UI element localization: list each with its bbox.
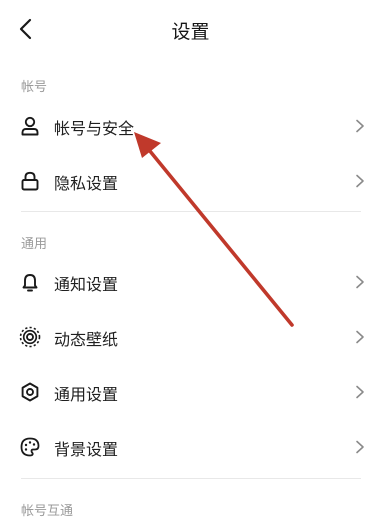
section-divider	[21, 478, 361, 479]
user-icon	[19, 115, 41, 137]
page-title: 设置	[171, 21, 210, 43]
row-privacy-settings[interactable]: 隐私设置	[0, 155, 381, 209]
section-label-general: 通用	[21, 237, 48, 252]
row-notification-settings[interactable]: 通知设置	[0, 256, 381, 310]
row-label: 通知设置	[54, 275, 119, 294]
lock-icon	[19, 170, 41, 192]
row-label: 帐号与安全	[54, 119, 135, 138]
chevron-right-icon	[355, 330, 365, 344]
row-general-settings[interactable]: 通用设置	[0, 366, 381, 420]
chevron-right-icon	[355, 174, 365, 188]
row-label: 通用设置	[54, 385, 119, 404]
section-label-account-interop: 帐号互通	[21, 504, 74, 519]
row-label: 隐私设置	[54, 174, 119, 193]
palette-icon	[19, 436, 41, 458]
row-live-wallpaper[interactable]: 动态壁纸	[0, 311, 381, 365]
chevron-right-icon	[355, 275, 365, 289]
chevron-right-icon	[355, 119, 365, 133]
chevron-right-icon	[355, 440, 365, 454]
row-label: 背景设置	[54, 440, 119, 459]
row-label: 动态壁纸	[54, 330, 119, 349]
row-background-settings[interactable]: 背景设置	[0, 421, 381, 475]
gear-icon	[19, 381, 41, 403]
bell-icon	[19, 271, 41, 293]
top-bar: 设置	[0, 0, 381, 58]
chevron-right-icon	[355, 385, 365, 399]
section-label-account: 帐号	[21, 80, 48, 95]
row-account-security[interactable]: 帐号与安全	[0, 100, 381, 154]
live-wallpaper-icon	[19, 326, 41, 348]
section-divider	[21, 211, 361, 212]
